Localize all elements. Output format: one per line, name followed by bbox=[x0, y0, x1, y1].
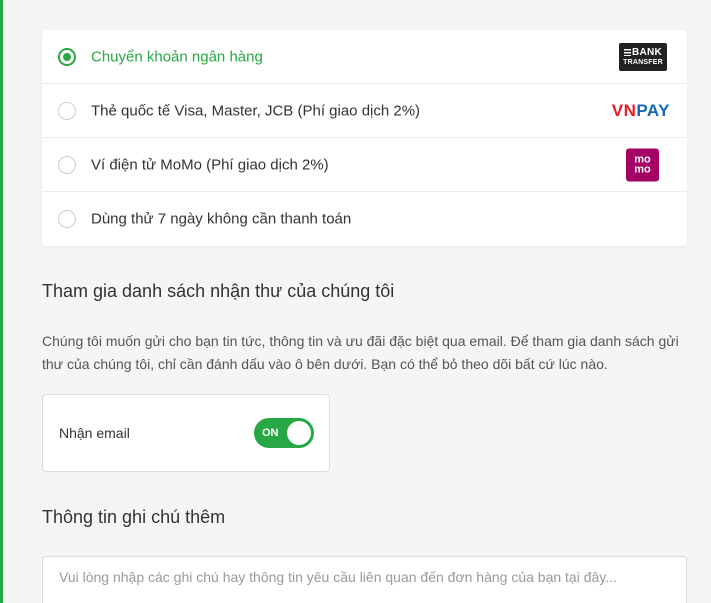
payment-method-label: Thẻ quốc tế Visa, Master, JCB (Phí giao … bbox=[91, 102, 421, 119]
payment-methods-list: Chuyển khoản ngân hàng BANK TRANSFER Thẻ… bbox=[42, 30, 687, 246]
payment-method-momo[interactable]: Ví điện tử MoMo (Phí giao dịch 2%) mo mo bbox=[42, 138, 687, 192]
email-opt-in-label: Nhận email bbox=[59, 425, 130, 441]
bank-transfer-logo: BANK TRANSFER bbox=[619, 42, 667, 71]
vnpay-logo: VNPAY bbox=[612, 101, 670, 121]
email-opt-in-card: Nhận email ON bbox=[42, 394, 330, 472]
email-opt-in-toggle[interactable]: ON bbox=[254, 418, 314, 448]
payment-method-label: Chuyển khoản ngân hàng bbox=[91, 48, 263, 65]
payment-method-label: Dùng thử 7 ngày không cần thanh toán bbox=[91, 210, 352, 228]
left-accent-bar bbox=[0, 0, 3, 603]
radio-card[interactable] bbox=[58, 101, 76, 120]
notes-title: Thông tin ghi chú thêm bbox=[42, 507, 226, 527]
payment-method-trial[interactable]: Dùng thử 7 ngày không cần thanh toán bbox=[42, 192, 687, 246]
radio-trial[interactable] bbox=[58, 210, 76, 228]
toggle-state-text: ON bbox=[262, 427, 279, 439]
bank-logo-line2: TRANSFER bbox=[623, 58, 663, 66]
payment-method-bank-transfer[interactable]: Chuyển khoản ngân hàng BANK TRANSFER bbox=[42, 30, 687, 84]
radio-momo[interactable] bbox=[58, 155, 76, 174]
toggle-knob bbox=[287, 421, 311, 445]
momo-logo-bottom: mo bbox=[634, 163, 651, 176]
newsletter-title: Tham gia danh sách nhận thư của chúng tô… bbox=[42, 281, 395, 301]
vnpay-logo-pay: PAY bbox=[636, 100, 670, 120]
newsletter-description: Chúng tôi muốn gửi cho bạn tin tức, thôn… bbox=[42, 333, 679, 372]
payment-method-label: Ví điện tử MoMo (Phí giao dịch 2%) bbox=[91, 156, 329, 173]
payment-method-card[interactable]: Thẻ quốc tế Visa, Master, JCB (Phí giao … bbox=[42, 84, 687, 138]
momo-logo: mo mo bbox=[626, 148, 659, 181]
radio-bank-transfer[interactable] bbox=[58, 47, 76, 66]
order-notes-input[interactable] bbox=[42, 556, 687, 603]
bank-logo-line1: BANK bbox=[631, 46, 663, 58]
vnpay-logo-vn: VN bbox=[611, 100, 637, 120]
momo-logo-top: mo bbox=[634, 153, 651, 166]
